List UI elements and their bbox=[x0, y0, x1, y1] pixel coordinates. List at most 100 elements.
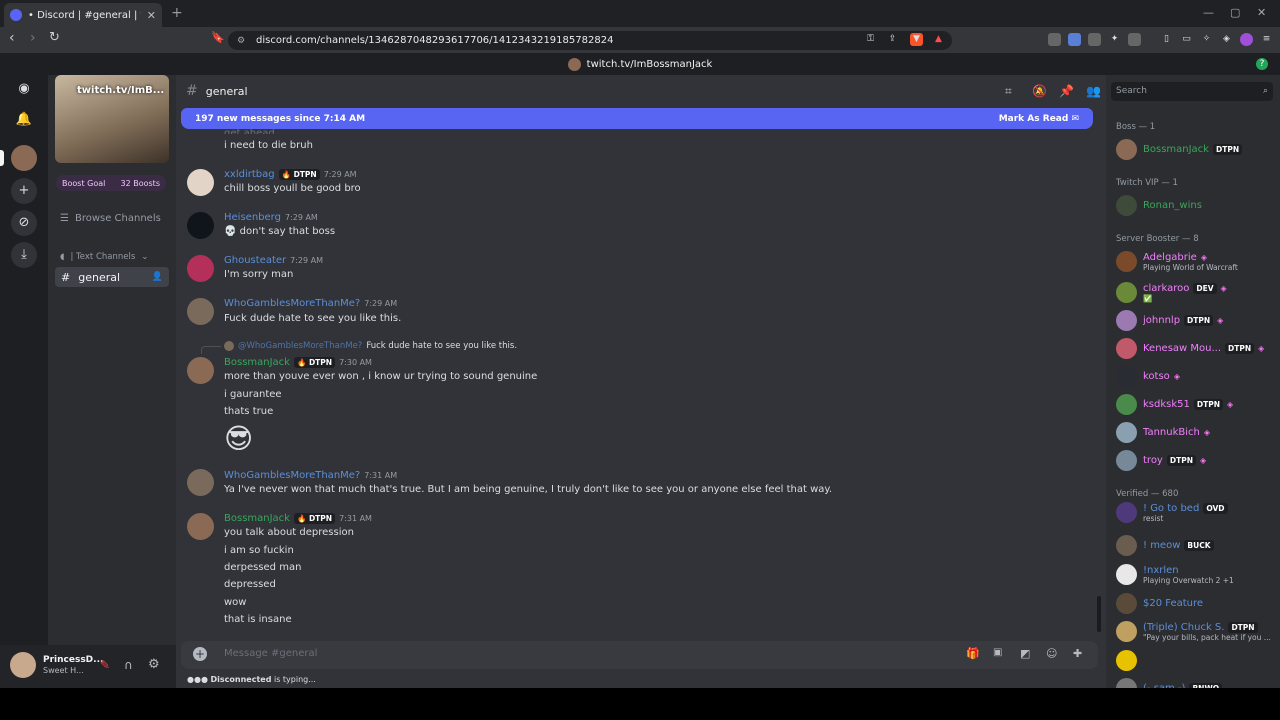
new-tab-button[interactable]: + bbox=[171, 5, 183, 21]
member-item[interactable]: Adelgabrie ◈ Playing World of Warcraft bbox=[1116, 251, 1276, 272]
reply-preview[interactable]: @WhoGamblesMoreThanMe? Fuck dude hate to… bbox=[224, 341, 517, 351]
bookmark-icon[interactable]: 🔖 bbox=[211, 31, 225, 44]
apps-icon[interactable]: ✚ bbox=[1073, 647, 1082, 660]
avatar[interactable] bbox=[187, 469, 214, 496]
member-avatar bbox=[1116, 650, 1137, 671]
extension-2-icon[interactable] bbox=[1068, 33, 1081, 46]
headphones-icon[interactable]: ∩ bbox=[124, 658, 133, 672]
member-item[interactable]: troy DTPN ◈ bbox=[1116, 450, 1276, 471]
gift-icon[interactable]: 🎁 bbox=[966, 647, 980, 660]
settings-gear-icon[interactable]: ⚙ bbox=[148, 657, 160, 672]
add-server-icon[interactable]: + bbox=[11, 178, 37, 204]
leo-ai-icon[interactable]: ✧ bbox=[1200, 33, 1213, 46]
download-icon[interactable]: ⤓ bbox=[11, 242, 37, 268]
member-item[interactable]: BossmanJack DTPN bbox=[1116, 139, 1276, 160]
member-item[interactable]: johnnlp DTPN ◈ bbox=[1116, 310, 1276, 331]
user-avatar[interactable] bbox=[10, 652, 36, 678]
avatar[interactable] bbox=[187, 513, 214, 540]
notifications-icon[interactable]: 🔔 bbox=[11, 107, 37, 133]
username[interactable]: Heisenberg bbox=[224, 212, 281, 223]
discord-home-icon[interactable]: ◉ bbox=[11, 76, 37, 102]
member-item[interactable]: $20 Feature bbox=[1116, 593, 1276, 614]
member-item[interactable]: (Triple) Chuck S. DTPN "Pay your bills, pa… bbox=[1116, 621, 1276, 642]
extensions-puzzle-icon[interactable]: ✦ bbox=[1108, 33, 1121, 46]
server-banner[interactable]: twitch.tv/ImB... bbox=[55, 75, 169, 163]
share-icon[interactable]: ⇪ bbox=[886, 33, 899, 46]
menu-icon[interactable]: ≡ bbox=[1260, 33, 1273, 46]
member-item[interactable]: !nxrlen Playing Overwatch 2 +1 bbox=[1116, 564, 1276, 585]
text-channels-category[interactable]: ◖ | Text Channels ⌄ bbox=[60, 252, 148, 262]
browser-tab[interactable]: • Discord | #general | twitch.tv/Im ✕ bbox=[4, 3, 162, 27]
window-close-icon[interactable]: ✕ bbox=[1257, 6, 1266, 19]
boost-goal[interactable]: Boost Goal 32 Boosts bbox=[56, 175, 166, 191]
extension-1-icon[interactable] bbox=[1048, 33, 1061, 46]
username[interactable]: BossmanJack bbox=[224, 357, 290, 368]
member-list-icon[interactable]: 👥 bbox=[1086, 84, 1101, 98]
member-item[interactable]: ! meow BUCK bbox=[1116, 535, 1276, 556]
member-item[interactable]: ! Go to bed OVD resist bbox=[1116, 502, 1276, 523]
message-input[interactable]: Message #general bbox=[224, 648, 317, 659]
tab-close-icon[interactable]: ✕ bbox=[147, 9, 156, 22]
member-name: clarkaroo bbox=[1143, 282, 1190, 294]
brave-rewards-icon[interactable]: ▲ bbox=[932, 33, 945, 46]
username[interactable]: Ghousteater bbox=[224, 255, 286, 266]
browse-channels[interactable]: ☰ Browse Channels bbox=[60, 213, 161, 224]
wallet-icon[interactable]: ▭ bbox=[1180, 33, 1193, 46]
role-badge: 🔥 DTPN bbox=[293, 513, 336, 524]
sidebar-toggle-icon[interactable]: ▯ bbox=[1160, 33, 1173, 46]
chat-scrollbar[interactable] bbox=[1097, 596, 1101, 632]
member-name: johnnlp bbox=[1143, 315, 1181, 326]
extension-4-icon[interactable] bbox=[1128, 33, 1141, 46]
member-item[interactable]: TannukBich ◈ bbox=[1116, 422, 1276, 443]
site-info-icon[interactable]: ⚙ bbox=[237, 36, 245, 46]
address-bar[interactable]: ⚙ discord.com/channels/13462870482936177… bbox=[228, 31, 952, 50]
megaphone-icon: ◖ bbox=[60, 252, 65, 262]
maximize-icon[interactable]: ▢ bbox=[1230, 6, 1240, 19]
mark-as-read-button[interactable]: Mark As Read ✉ bbox=[999, 114, 1079, 124]
search-input[interactable]: Search ⌕ bbox=[1111, 82, 1273, 101]
back-icon[interactable]: ‹ bbox=[9, 30, 15, 46]
key-icon[interactable]: ⚿ bbox=[864, 33, 877, 46]
gif-icon[interactable]: ▣ bbox=[993, 647, 1002, 658]
sticker-icon[interactable]: ◩ bbox=[1020, 647, 1030, 660]
pinned-messages-icon[interactable]: 📌 bbox=[1059, 84, 1074, 98]
minimize-icon[interactable]: — bbox=[1203, 6, 1214, 19]
avatar[interactable] bbox=[187, 169, 214, 196]
avatar[interactable] bbox=[187, 255, 214, 282]
help-icon[interactable]: ? bbox=[1256, 58, 1268, 70]
brave-shields-icon[interactable]: ▼ bbox=[910, 33, 923, 46]
member-item[interactable]: Kenesaw Mou... DTPN ◈ bbox=[1116, 338, 1276, 359]
username[interactable]: BossmanJack bbox=[224, 513, 290, 524]
avatar[interactable] bbox=[187, 357, 214, 384]
member-item[interactable]: kotso ◈ bbox=[1116, 366, 1276, 387]
notification-settings-icon[interactable]: 🔕 bbox=[1032, 84, 1047, 98]
extension-3-icon[interactable] bbox=[1088, 33, 1101, 46]
avatar[interactable] bbox=[187, 298, 214, 325]
server-bossman-icon[interactable] bbox=[11, 145, 37, 171]
attach-plus-icon[interactable]: + bbox=[193, 647, 207, 661]
username[interactable]: xxldirtbag bbox=[224, 169, 275, 180]
add-member-icon[interactable]: 👤 bbox=[152, 272, 163, 282]
username[interactable]: WhoGamblesMoreThanMe? bbox=[224, 470, 360, 481]
discover-icon[interactable]: ⊘ bbox=[11, 210, 37, 236]
badge-label: DTPN bbox=[308, 358, 333, 367]
member-item[interactable]: clarkaroo DEV ◈ ✅ bbox=[1116, 282, 1276, 303]
member-item[interactable]: Ronan_wins bbox=[1116, 195, 1276, 216]
reload-icon[interactable]: ↻ bbox=[49, 30, 60, 45]
vpn-icon[interactable]: ◈ bbox=[1220, 33, 1233, 46]
member-item[interactable]: ksdksk51 DTPN ◈ bbox=[1116, 394, 1276, 415]
avatar[interactable] bbox=[187, 212, 214, 239]
emoji-icon[interactable]: ☺ bbox=[1046, 647, 1057, 660]
message-composer[interactable]: + Message #general 🎁 ▣ ◩ ☺ ✚ bbox=[181, 641, 1098, 669]
member-item[interactable] bbox=[1116, 650, 1276, 671]
profile-avatar-icon[interactable] bbox=[1240, 33, 1253, 46]
threads-icon[interactable]: ⌗ bbox=[1005, 84, 1012, 99]
mute-mic-icon[interactable]: ✎ bbox=[100, 658, 110, 672]
username[interactable]: WhoGamblesMoreThanMe? bbox=[224, 298, 360, 309]
member-info: ! Go to bed OVD resist bbox=[1143, 502, 1228, 523]
new-messages-bar[interactable]: 197 new messages since 7:14 AM Mark As R… bbox=[181, 108, 1093, 129]
forward-icon[interactable]: › bbox=[30, 30, 36, 46]
url-text: discord.com/channels/1346287048293617706… bbox=[256, 35, 614, 46]
member-activity: Playing World of Warcraft bbox=[1143, 262, 1238, 272]
channel-general[interactable]: # general 👤 bbox=[55, 267, 169, 287]
